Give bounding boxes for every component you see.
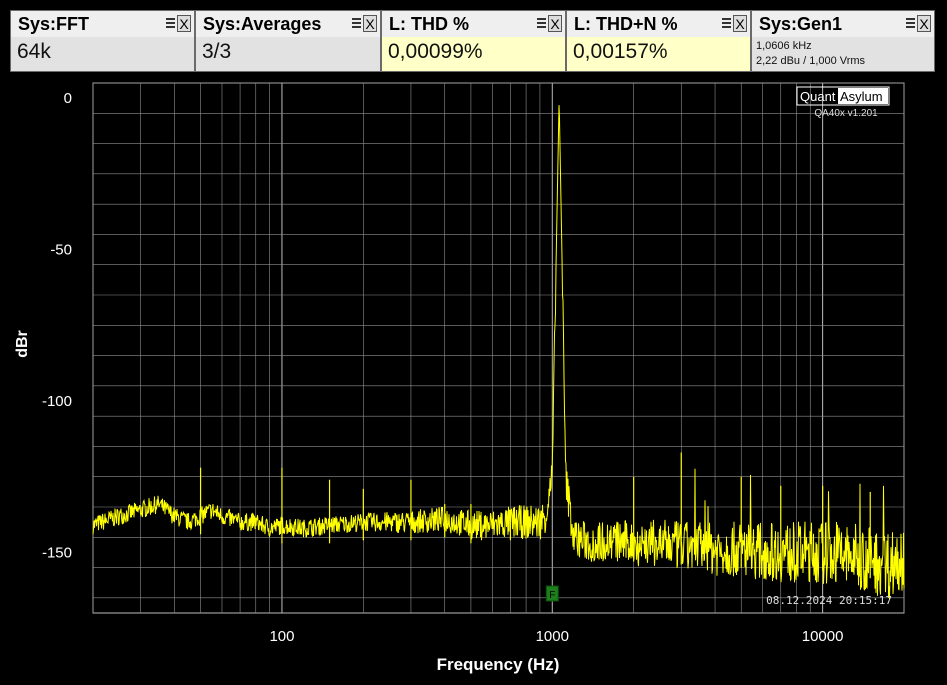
widget-title: Sys:FFT <box>18 14 90 34</box>
logo-right-text: Asylum <box>840 89 883 104</box>
widget-title-bar: L: THD+N % X <box>567 11 750 37</box>
spectrum-trace: F <box>92 105 905 602</box>
logo-left-text: Quant <box>800 89 836 104</box>
plot-frame <box>92 82 905 614</box>
widget-title-bar: L: THD % X <box>382 11 565 37</box>
widget-title-bar: Sys:FFT X <box>11 11 194 37</box>
widget-body: 0,00099% <box>382 37 565 71</box>
averages-widget[interactable]: Sys:Averages X 3/3 <box>195 10 381 72</box>
widget-value: 64k <box>17 40 51 63</box>
generator-widget[interactable]: Sys:Gen1 X 1,0606 kHz 2,22 dBu / 1,000 V… <box>751 10 935 72</box>
widget-body: 64k <box>11 37 194 71</box>
widget-title: Sys:Gen1 <box>759 14 843 34</box>
menu-icon[interactable] <box>906 18 915 29</box>
thd-widget[interactable]: L: THD % X 0,00099% <box>381 10 566 72</box>
close-icon[interactable]: X <box>177 15 191 32</box>
menu-icon[interactable] <box>537 18 546 29</box>
menu-icon[interactable] <box>722 18 731 29</box>
generator-level: 2,22 dBu / 1,000 Vrms <box>756 55 866 67</box>
widget-value: 0,00099% <box>388 40 483 63</box>
widget-title-bar: Sys:Gen1 X <box>752 11 934 37</box>
fft-chart[interactable]: 100 1000 10000 0 -50 -100 -150 F Quant Asylum … <box>0 80 947 685</box>
y-tick-label: -150 <box>42 544 72 561</box>
widget-body: 0,00157% <box>567 37 750 71</box>
x-axis-label: Frequency (Hz) <box>437 655 560 674</box>
thd-n-widget[interactable]: L: THD+N % X 0,00157% <box>566 10 751 72</box>
close-icon[interactable]: X <box>917 15 931 32</box>
menu-icon[interactable] <box>166 18 175 29</box>
widget-title-bar: Sys:Averages X <box>196 11 380 37</box>
widget-value: 3/3 <box>202 40 232 63</box>
close-icon[interactable]: X <box>548 15 562 32</box>
close-icon[interactable]: X <box>733 15 747 32</box>
y-tick-label: -100 <box>42 393 72 410</box>
x-tick-label: 1000 <box>536 628 569 645</box>
widget-body: 3/3 <box>196 37 380 71</box>
grid-lines <box>92 82 905 614</box>
spectrum-series-line <box>92 105 905 600</box>
x-tick-label: 10000 <box>802 628 844 645</box>
y-axis-label: dBr <box>14 330 31 358</box>
widget-bar: Sys:FFT X 64k Sys:Averages X 3/3 L: THD … <box>10 10 935 73</box>
generator-frequency: 1,0606 kHz <box>756 40 812 52</box>
fundamental-marker-label: F <box>549 590 555 601</box>
x-tick-label: 100 <box>269 628 294 645</box>
close-icon[interactable]: X <box>363 15 377 32</box>
widget-title: Sys:Averages <box>203 14 322 34</box>
widget-title: L: THD+N % <box>574 14 678 34</box>
fft-size-widget[interactable]: Sys:FFT X 64k <box>10 10 195 72</box>
y-tick-label: 0 <box>64 90 72 107</box>
y-tick-label: -50 <box>50 242 72 259</box>
widget-value: 0,00157% <box>573 40 668 63</box>
version-text: QA40x v1.201 <box>814 108 878 119</box>
menu-icon[interactable] <box>352 18 361 29</box>
widget-body: 1,0606 kHz 2,22 dBu / 1,000 Vrms <box>752 37 934 71</box>
chart-overlay: Quant Asylum QA40x v1.201 08.12.2024 20:… <box>14 86 892 674</box>
widget-title: L: THD % <box>389 14 469 34</box>
timestamp-text: 08.12.2024 20:15:17 <box>766 594 892 607</box>
